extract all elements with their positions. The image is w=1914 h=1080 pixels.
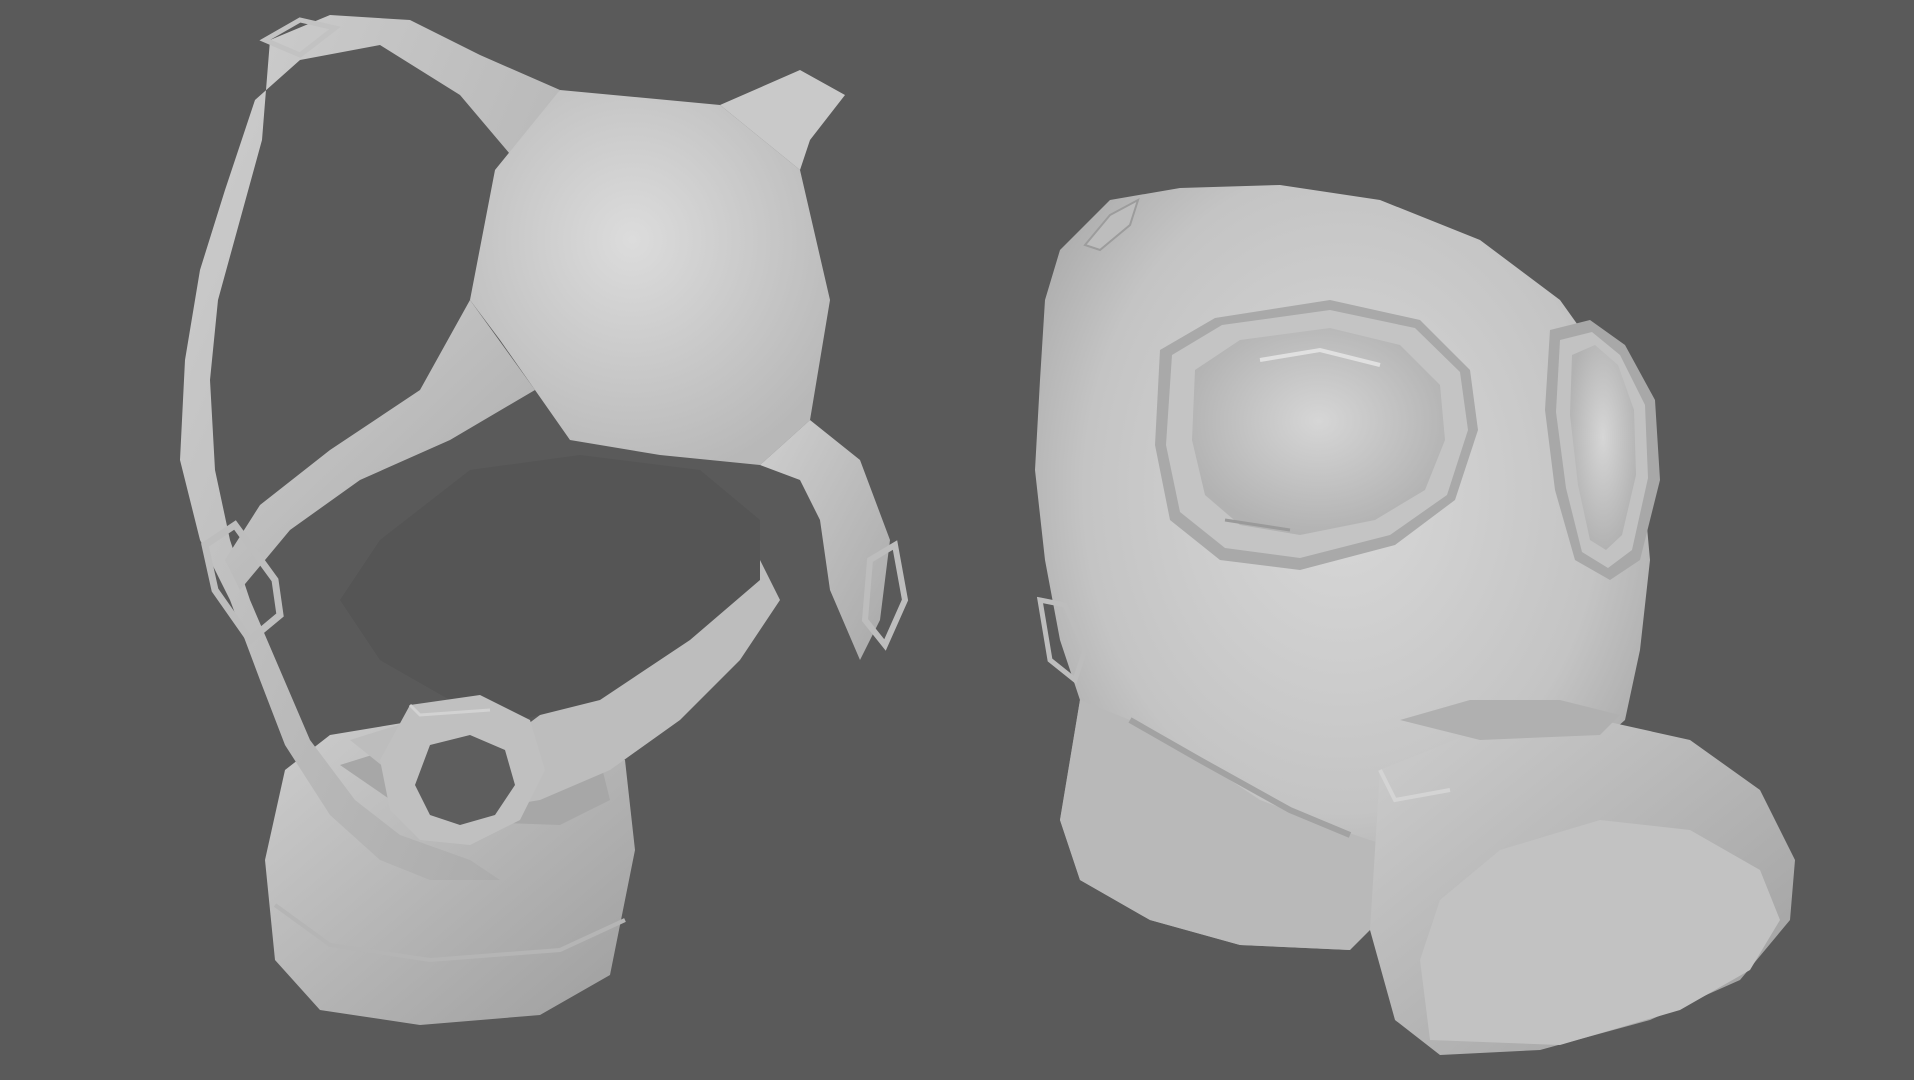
gas-mask-back-view[interactable] [180,15,909,1025]
gas-mask-front-view[interactable] [1035,185,1795,1055]
3d-viewport[interactable] [0,0,1914,1080]
render-canvas [180,15,1795,1055]
front-filter-canister [1370,700,1795,1055]
